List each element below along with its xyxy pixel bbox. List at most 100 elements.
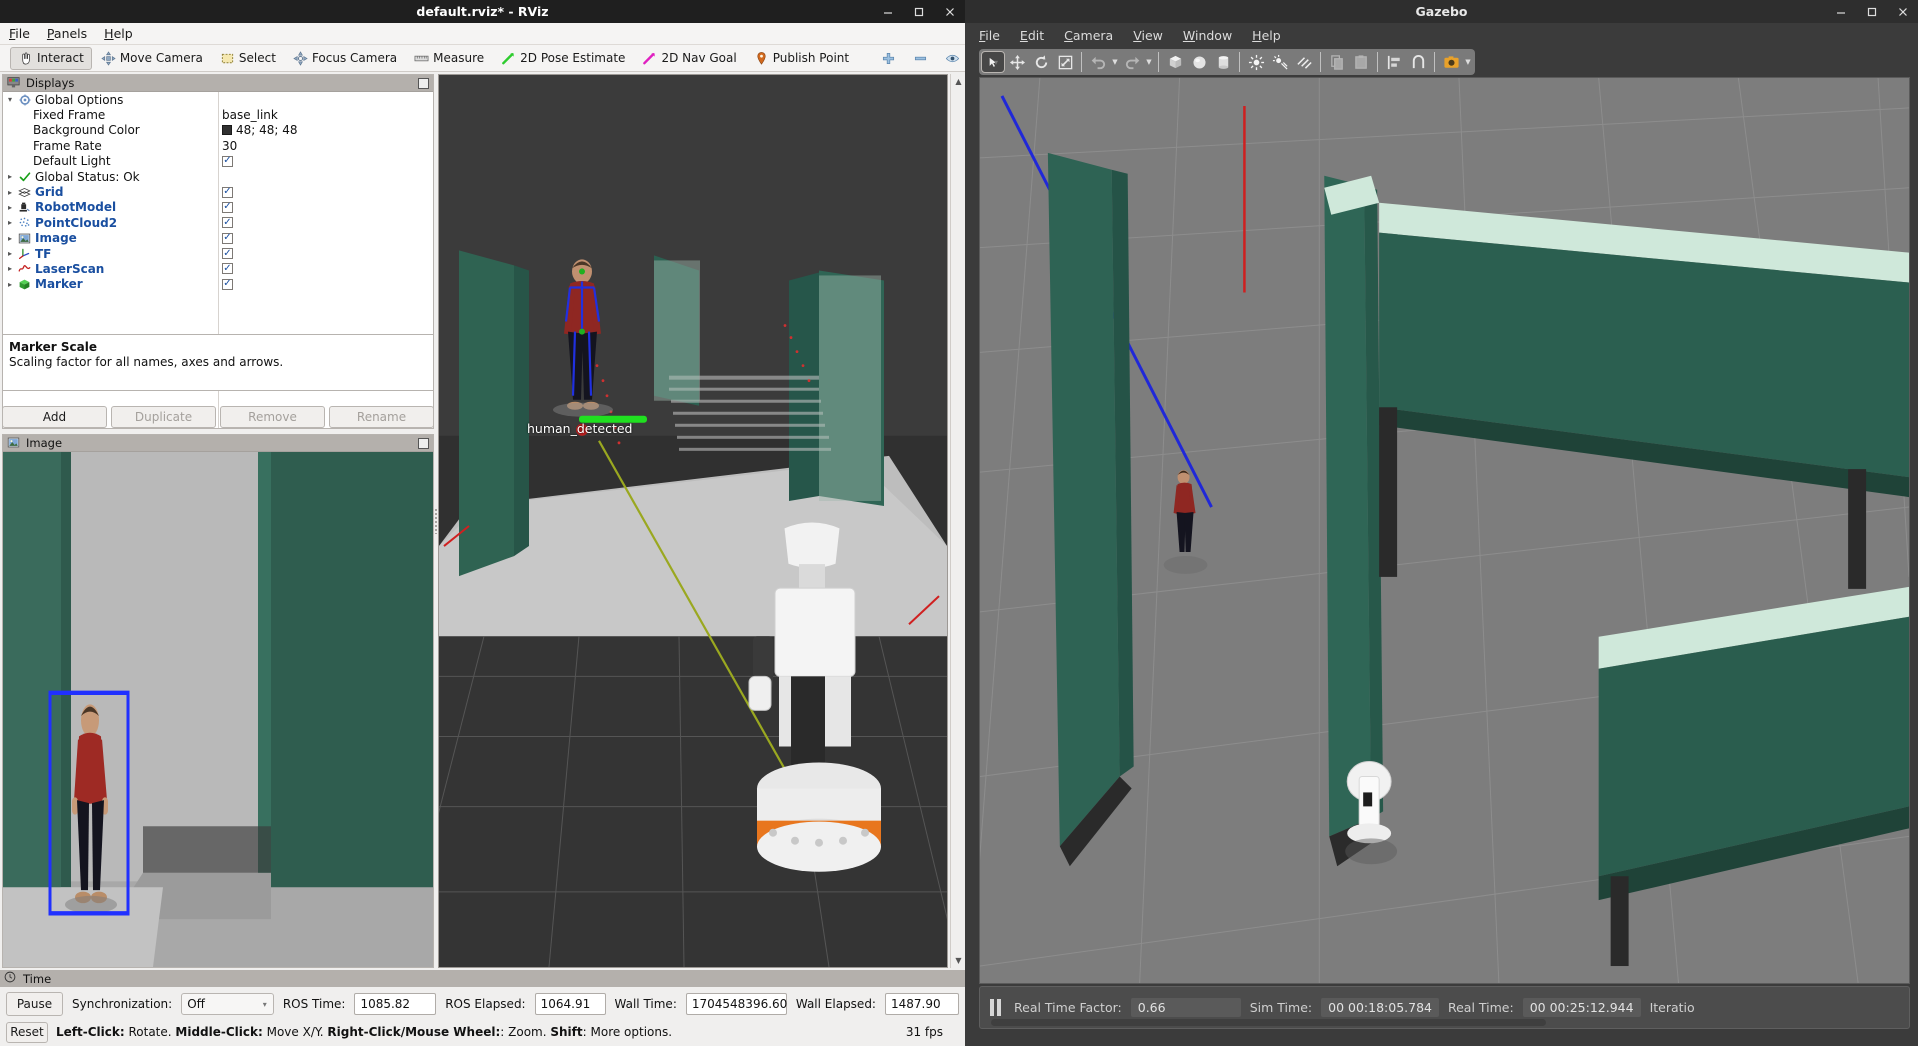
tool-2d-pose-estimate[interactable]: 2D Pose Estimate: [493, 47, 633, 70]
chevron-right-icon[interactable]: [3, 172, 17, 181]
checkbox[interactable]: ✓: [222, 201, 233, 213]
undo-dropdown-caret-icon[interactable]: ▼: [1110, 58, 1120, 66]
tool-publish-point[interactable]: Publish Point: [746, 47, 857, 70]
chevron-right-icon[interactable]: [3, 264, 17, 273]
close-icon[interactable]: [943, 5, 957, 19]
reset-button[interactable]: Reset: [6, 1021, 48, 1043]
tree-item-laserscan[interactable]: LaserScan ✓: [3, 261, 433, 276]
tool-interact[interactable]: Interact: [10, 46, 92, 70]
directional-light-icon[interactable]: [1292, 51, 1316, 73]
image-enabled[interactable]: ✓: [222, 232, 233, 244]
redo-icon[interactable]: [1120, 51, 1144, 73]
tree-item-frame-rate[interactable]: Frame Rate 30: [3, 138, 433, 153]
checkbox[interactable]: ✓: [222, 232, 233, 244]
gz-menu-camera[interactable]: Camera: [1064, 28, 1113, 43]
gz-menu-file[interactable]: File: [979, 28, 1000, 43]
marker-enabled[interactable]: ✓: [222, 278, 233, 290]
chevron-right-icon[interactable]: [3, 234, 17, 243]
frame-rate-value[interactable]: 30: [222, 139, 237, 153]
tree-item-tf[interactable]: TF ✓: [3, 246, 433, 261]
duplicate-button[interactable]: Duplicate: [111, 406, 216, 428]
maximize-icon[interactable]: [912, 5, 926, 19]
chevron-right-icon[interactable]: [3, 280, 17, 289]
rename-button[interactable]: Rename: [329, 406, 434, 428]
rviz-3d-view[interactable]: human_detected: [438, 74, 948, 968]
tree-item-grid[interactable]: Grid ✓: [3, 184, 433, 199]
ros-elapsed-field[interactable]: 1064.91: [534, 993, 606, 1015]
tree-item-default-light[interactable]: Default Light ✓: [3, 154, 433, 169]
redo-dropdown-caret-icon[interactable]: ▼: [1144, 58, 1154, 66]
add-button[interactable]: Add: [2, 406, 107, 428]
box-icon[interactable]: [1163, 51, 1187, 73]
tree-item-pointcloud2[interactable]: PointCloud2 ✓: [3, 215, 433, 230]
tool-move-camera[interactable]: Move Camera: [93, 47, 211, 70]
tool-select[interactable]: Select: [212, 47, 284, 70]
pause-button[interactable]: Pause: [6, 992, 64, 1016]
translate-icon[interactable]: [1005, 51, 1029, 73]
laserscan-enabled[interactable]: ✓: [222, 263, 233, 275]
fixed-frame-value[interactable]: base_link: [222, 108, 278, 122]
remove-button[interactable]: Remove: [220, 406, 325, 428]
robotmodel-enabled[interactable]: ✓: [222, 201, 233, 213]
tree-item-robotmodel[interactable]: RobotModel ✓: [3, 200, 433, 215]
checkbox[interactable]: ✓: [222, 155, 233, 167]
undo-icon[interactable]: [1086, 51, 1110, 73]
tool-2d-nav-goal[interactable]: 2D Nav Goal: [634, 47, 744, 70]
scroll-up-icon[interactable]: ▲: [951, 74, 966, 89]
align-icon[interactable]: [1382, 51, 1406, 73]
menu-file[interactable]: File: [9, 26, 30, 41]
checkbox[interactable]: ✓: [222, 217, 233, 229]
gazebo-3d-view[interactable]: [979, 77, 1910, 984]
tree-item-fixed-frame[interactable]: Fixed Frame base_link: [3, 107, 433, 122]
image-float-button[interactable]: [418, 437, 429, 449]
scroll-down-icon[interactable]: ▼: [951, 953, 966, 968]
checkbox[interactable]: ✓: [222, 278, 233, 290]
wall-elapsed-field[interactable]: 1487.90: [884, 993, 959, 1015]
gz-menu-view[interactable]: View: [1133, 28, 1163, 43]
remove-tool-button[interactable]: [905, 47, 936, 70]
tree-item-image[interactable]: Image ✓: [3, 231, 433, 246]
menu-panels[interactable]: Panels: [47, 26, 87, 41]
grid-enabled[interactable]: ✓: [222, 186, 233, 198]
maximize-icon[interactable]: [1865, 5, 1879, 19]
gz-menu-window[interactable]: Window: [1183, 28, 1232, 43]
gazebo-progress-bar[interactable]: [991, 1019, 1546, 1026]
point-light-icon[interactable]: [1244, 51, 1268, 73]
default-light-value[interactable]: ✓: [222, 155, 233, 167]
rotate-icon[interactable]: [1029, 51, 1053, 73]
tool-measure[interactable]: Measure: [406, 47, 492, 70]
gz-menu-edit[interactable]: Edit: [1020, 28, 1044, 43]
scale-icon[interactable]: [1053, 51, 1077, 73]
screenshot-dropdown-caret-icon[interactable]: ▼: [1463, 58, 1473, 66]
spot-light-icon[interactable]: [1268, 51, 1292, 73]
sphere-icon[interactable]: [1187, 51, 1211, 73]
menu-help[interactable]: Help: [104, 26, 133, 41]
gz-menu-help[interactable]: Help: [1252, 28, 1281, 43]
close-icon[interactable]: [1896, 5, 1910, 19]
arrow-select-icon[interactable]: [981, 51, 1005, 73]
camera-image-view[interactable]: [3, 452, 433, 967]
tf-enabled[interactable]: ✓: [222, 248, 233, 260]
checkbox[interactable]: ✓: [222, 263, 233, 275]
cylinder-icon[interactable]: [1211, 51, 1235, 73]
ros-time-field[interactable]: 1085.82: [354, 993, 437, 1015]
chevron-right-icon[interactable]: [3, 249, 17, 258]
pointcloud2-enabled[interactable]: ✓: [222, 217, 233, 229]
synchronization-select[interactable]: Off: [181, 993, 274, 1015]
view3d-scrollbar[interactable]: ▲ ▼: [950, 74, 965, 968]
minimize-icon[interactable]: [1834, 5, 1848, 19]
tree-item-global-options[interactable]: Global Options: [3, 92, 433, 107]
paste-icon[interactable]: [1349, 51, 1373, 73]
screenshot-icon[interactable]: [1439, 51, 1463, 73]
chevron-right-icon[interactable]: [3, 203, 17, 212]
wall-time-field[interactable]: 1704548396.60: [685, 993, 787, 1015]
chevron-down-icon[interactable]: [3, 95, 17, 104]
checkbox[interactable]: ✓: [222, 248, 233, 260]
checkbox[interactable]: ✓: [222, 186, 233, 198]
tree-item-global-status[interactable]: Global Status: Ok: [3, 169, 433, 184]
chevron-right-icon[interactable]: [3, 218, 17, 227]
chevron-right-icon[interactable]: [3, 188, 17, 197]
tool-focus-camera[interactable]: Focus Camera: [285, 47, 405, 70]
tree-item-marker[interactable]: Marker ✓: [3, 277, 433, 292]
displays-float-button[interactable]: [418, 77, 429, 89]
